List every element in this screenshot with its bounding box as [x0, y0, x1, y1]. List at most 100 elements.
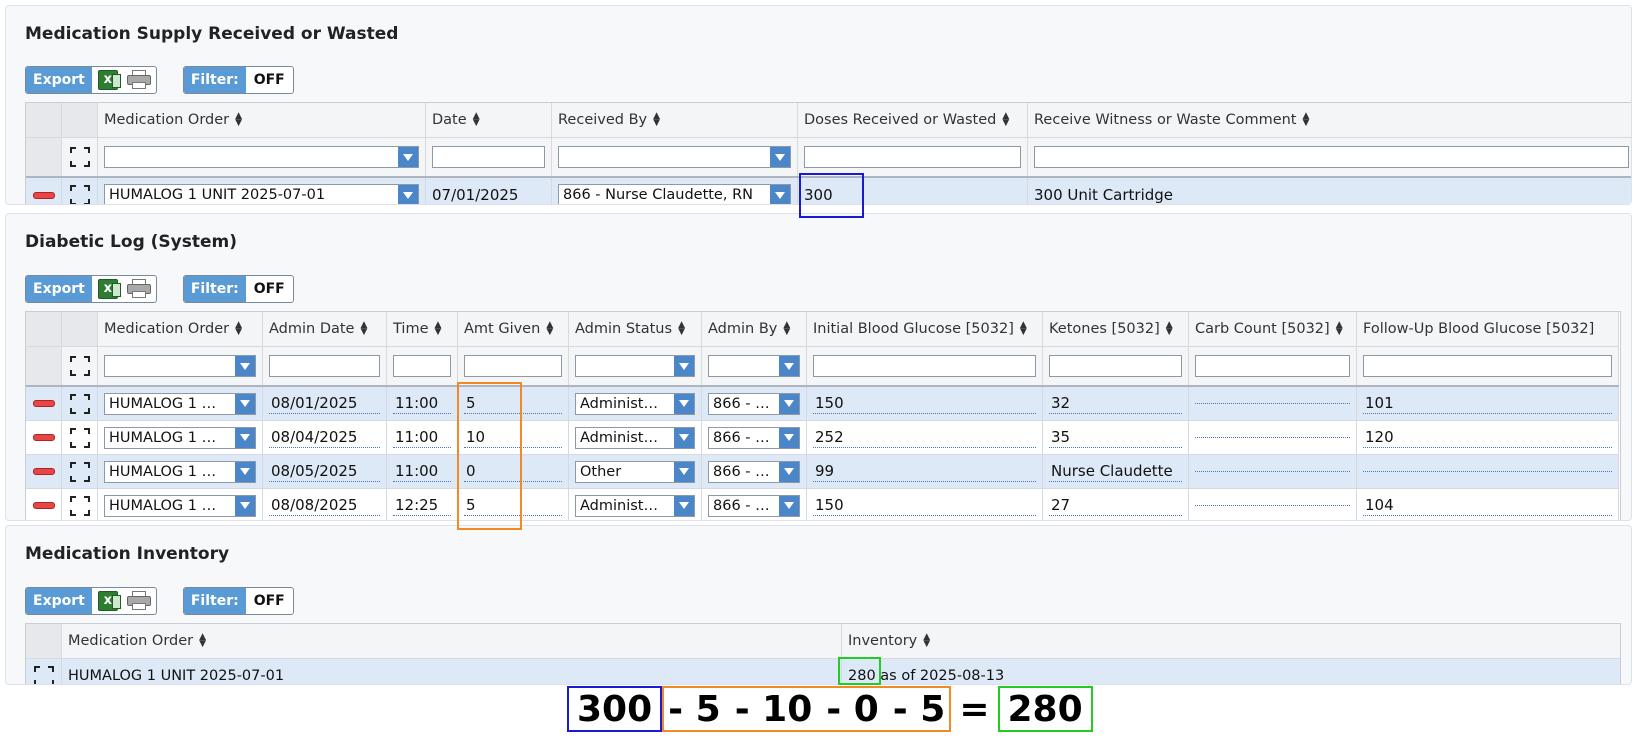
expand-cell[interactable] — [62, 387, 98, 420]
medication-order-select[interactable]: HUMALOG 1 … — [104, 460, 256, 483]
chevron-down-icon[interactable] — [674, 356, 694, 376]
excel-icon[interactable]: x — [97, 70, 121, 90]
sort-icon[interactable]: ▲ ▼ — [359, 321, 368, 337]
cell-admin-date[interactable]: 08/05/2025 — [263, 455, 387, 488]
col-header-followup-bg[interactable]: Follow-Up Blood Glucose [5032] — [1357, 312, 1619, 346]
expand-icon[interactable] — [69, 356, 90, 376]
col-header-comment[interactable]: Receive Witness or Waste Comment ▲ ▼ — [1028, 103, 1631, 137]
cell-followup-bg[interactable]: 101 — [1357, 387, 1619, 420]
remove-cell[interactable] — [26, 421, 62, 454]
admin-by-select[interactable]: 866 - … — [708, 494, 800, 517]
cell-admin-status[interactable]: Administ… — [569, 387, 702, 420]
cell-medication-order[interactable]: HUMALOG 1 … — [98, 455, 263, 488]
sort-icon[interactable]: ▲ ▼ — [677, 321, 686, 337]
medication-order-select[interactable]: HUMALOG 1 UNIT 2025-07-01 — [104, 184, 419, 204]
admin-by-select[interactable]: 866 - … — [708, 460, 800, 483]
cell-carb-count[interactable] — [1189, 489, 1357, 520]
cell-admin-date[interactable]: 08/01/2025 — [263, 387, 387, 420]
cell-ketones[interactable]: 35 — [1043, 421, 1189, 454]
expand-icon[interactable] — [69, 461, 90, 482]
filter-admin-status[interactable] — [569, 347, 702, 385]
sort-icon[interactable]: ▲ ▼ — [234, 112, 243, 128]
diabetic-filter-toggle[interactable]: Filter: OFF — [182, 275, 294, 303]
filter-input[interactable] — [804, 146, 1021, 168]
cell-initial-bg[interactable]: 99 — [807, 455, 1043, 488]
filter-input[interactable] — [1195, 355, 1350, 377]
sort-icon[interactable]: ▲ ▼ — [782, 321, 791, 337]
filter-received-by[interactable] — [552, 138, 798, 176]
excel-icon[interactable]: x — [97, 591, 121, 611]
filter-medication-order[interactable] — [98, 138, 426, 176]
received-by-select[interactable]: 866 - Nurse Claudette, RN — [558, 184, 791, 204]
filter-input[interactable] — [1363, 355, 1612, 377]
col-header-carb-count[interactable]: Carb Count [5032] ▲ ▼ — [1189, 312, 1357, 346]
filter-date[interactable] — [426, 138, 552, 176]
col-header-time[interactable]: Time ▲ ▼ — [387, 312, 458, 346]
sort-icon[interactable]: ▲ ▼ — [652, 112, 661, 128]
cell-amt-given[interactable]: 5 — [458, 489, 569, 520]
admin-status-select[interactable]: Administ… — [575, 392, 695, 415]
admin-by-select[interactable]: 866 - … — [708, 426, 800, 449]
cell-doses[interactable]: 300 — [798, 178, 1028, 204]
chevron-down-icon[interactable] — [770, 147, 790, 167]
cell-admin-status[interactable]: Administ… — [569, 421, 702, 454]
chevron-down-icon[interactable] — [235, 495, 255, 516]
chevron-down-icon[interactable] — [398, 147, 418, 167]
cell-followup-bg[interactable]: 120 — [1357, 421, 1619, 454]
cell-time[interactable]: 11:00 — [387, 387, 458, 420]
cell-comment[interactable]: 300 Unit Cartridge — [1028, 178, 1631, 204]
filter-medication-order[interactable] — [98, 347, 263, 385]
cell-medication-order[interactable]: HUMALOG 1 … — [98, 489, 263, 520]
filter-input[interactable] — [1049, 355, 1182, 377]
chevron-down-icon[interactable] — [398, 185, 418, 204]
chevron-down-icon[interactable] — [770, 185, 790, 204]
cell-amt-given[interactable]: 5 — [458, 387, 569, 420]
diabetic-export-button[interactable]: Export — [26, 276, 92, 302]
inventory-filter-toggle[interactable]: Filter: OFF — [182, 587, 294, 615]
expand-icon[interactable] — [69, 147, 90, 167]
cell-admin-date[interactable]: 08/04/2025 — [263, 421, 387, 454]
sort-icon[interactable]: ▲ ▼ — [1302, 112, 1311, 128]
cell-medication-order[interactable]: HUMALOG 1 … — [98, 421, 263, 454]
filter-ketones[interactable] — [1043, 347, 1189, 385]
col-header-received-by[interactable]: Received By ▲ ▼ — [552, 103, 798, 137]
cell-date[interactable]: 07/01/2025 — [426, 178, 552, 204]
col-header-inventory[interactable]: Inventory ▲ ▼ — [842, 624, 1620, 658]
expand-icon[interactable] — [69, 495, 90, 516]
cell-received-by[interactable]: 866 - Nurse Claudette, RN — [552, 178, 798, 204]
cell-time[interactable]: 11:00 — [387, 421, 458, 454]
chevron-down-icon[interactable] — [779, 461, 799, 482]
cell-initial-bg[interactable]: 252 — [807, 421, 1043, 454]
filter-amt-given[interactable] — [458, 347, 569, 385]
col-header-date[interactable]: Date ▲ ▼ — [426, 103, 552, 137]
supply-export-button[interactable]: Export — [26, 67, 92, 93]
col-header-medication-order[interactable]: Medication Order ▲ ▼ — [98, 103, 426, 137]
cell-carb-count[interactable] — [1189, 421, 1357, 454]
chevron-down-icon[interactable] — [235, 427, 255, 448]
sort-icon[interactable]: ▲ ▼ — [234, 321, 243, 337]
filter-select[interactable] — [104, 355, 256, 377]
expand-cell[interactable] — [62, 489, 98, 520]
filter-initial-bg[interactable] — [807, 347, 1043, 385]
filter-input[interactable] — [269, 355, 380, 377]
chevron-down-icon[interactable] — [235, 356, 255, 376]
cell-ketones[interactable]: 27 — [1043, 489, 1189, 520]
sort-icon[interactable]: ▲ ▼ — [922, 633, 931, 649]
cell-medication-order[interactable]: HUMALOG 1 … — [98, 387, 263, 420]
filter-select[interactable] — [104, 146, 419, 168]
col-header-admin-by[interactable]: Admin By ▲ ▼ — [702, 312, 807, 346]
sort-icon[interactable]: ▲ ▼ — [1165, 321, 1174, 337]
remove-row-icon[interactable] — [32, 191, 55, 199]
expand-icon[interactable] — [69, 185, 90, 204]
col-header-ketones[interactable]: Ketones [5032] ▲ ▼ — [1043, 312, 1189, 346]
filter-select[interactable] — [575, 355, 695, 377]
remove-row-icon[interactable] — [32, 400, 55, 407]
filter-doses[interactable] — [798, 138, 1028, 176]
filter-input[interactable] — [464, 355, 562, 377]
cell-admin-by[interactable]: 866 - … — [702, 387, 807, 420]
chevron-down-icon[interactable] — [235, 393, 255, 414]
admin-status-select[interactable]: Administ… — [575, 426, 695, 449]
remove-cell[interactable] — [26, 178, 62, 204]
print-icon[interactable] — [126, 70, 152, 90]
cell-admin-status[interactable]: Other — [569, 455, 702, 488]
